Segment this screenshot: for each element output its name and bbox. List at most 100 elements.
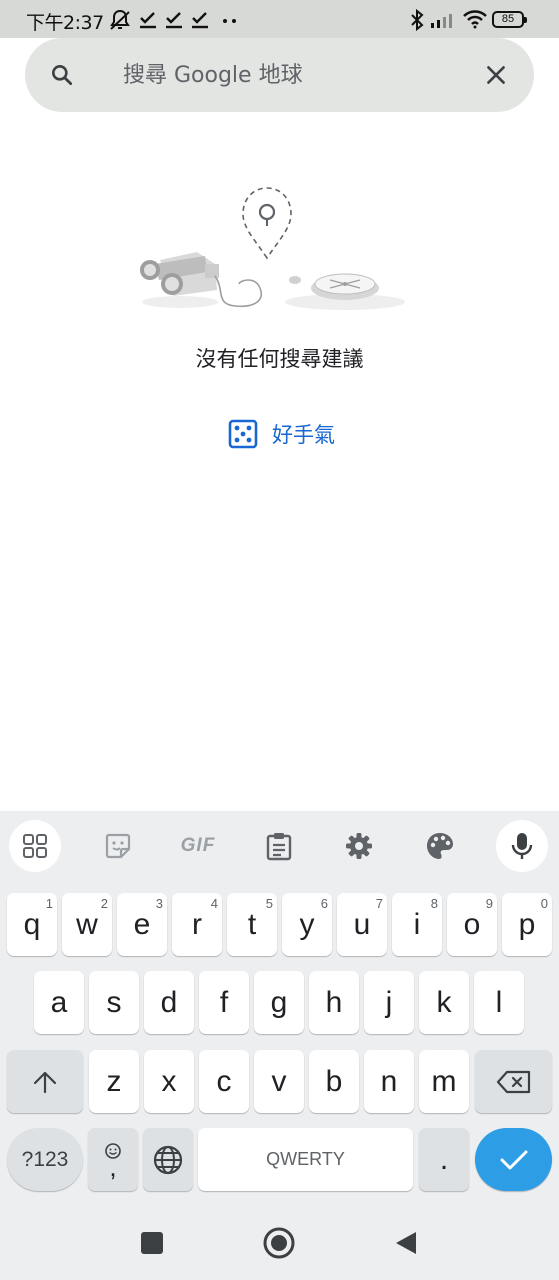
shift-arrow-icon (33, 1071, 57, 1093)
enter-key[interactable] (475, 1128, 552, 1191)
key-h[interactable]: h (309, 971, 359, 1034)
navigation-bar (0, 1206, 559, 1280)
key-label: o (463, 907, 481, 941)
gear-icon (346, 833, 372, 859)
binoculars-compass-illustration (140, 187, 405, 310)
back-button[interactable] (389, 1226, 423, 1260)
key-r[interactable]: r4 (172, 893, 222, 956)
shift-key[interactable] (7, 1050, 83, 1113)
key-number-hint: 5 (265, 896, 273, 911)
signal-icon (431, 14, 452, 28)
key-i[interactable]: i8 (392, 893, 442, 956)
key-n[interactable]: n (364, 1050, 414, 1113)
key-number-hint: 3 (155, 896, 163, 911)
key-label: e (133, 907, 151, 941)
key-l[interactable]: l (474, 971, 524, 1034)
more-dots-icon (223, 19, 236, 23)
key-x[interactable]: x (144, 1050, 194, 1113)
gif-icon: GIF (180, 835, 216, 856)
period-key[interactable]: . (419, 1128, 469, 1191)
key-s[interactable]: s (89, 971, 139, 1034)
key-t[interactable]: t5 (227, 893, 277, 956)
key-label: z (106, 1064, 122, 1098)
key-m[interactable]: m (419, 1050, 469, 1113)
key-label: c (216, 1064, 232, 1098)
empty-state-message: 沒有任何搜尋建議 (195, 347, 364, 371)
key-number-hint: 7 (375, 896, 383, 911)
key-z[interactable]: z (89, 1050, 139, 1113)
key-label: p (518, 907, 536, 941)
key-label: b (325, 1064, 343, 1098)
key-label: w (76, 907, 98, 941)
key-d[interactable]: d (144, 971, 194, 1034)
key-e[interactable]: e3 (117, 893, 167, 956)
feeling-lucky-button[interactable]: 好手氣 (218, 412, 345, 456)
key-v[interactable]: v (254, 1050, 304, 1113)
status-time: 下午2:37 (26, 12, 104, 34)
search-input[interactable] (123, 60, 483, 90)
key-number-hint: 6 (320, 896, 328, 911)
key-p[interactable]: p0 (502, 893, 552, 956)
circle-home-icon (263, 1227, 295, 1259)
comma-label: , (109, 1151, 117, 1182)
feeling-lucky-label: 好手氣 (272, 423, 335, 447)
key-a[interactable]: a (34, 971, 84, 1034)
key-label: i (413, 907, 421, 941)
language-key[interactable] (143, 1128, 193, 1191)
key-k[interactable]: k (419, 971, 469, 1034)
triangle-back-icon (396, 1232, 416, 1254)
clipboard-icon (266, 833, 292, 861)
keyboard-toolbar: GIF (0, 811, 559, 881)
settings-button[interactable] (333, 820, 385, 872)
voice-input-button[interactable] (496, 820, 548, 872)
key-label: a (50, 985, 68, 1019)
key-number-hint: 1 (45, 896, 53, 911)
key-w[interactable]: w2 (62, 893, 112, 956)
key-u[interactable]: u7 (337, 893, 387, 956)
clipboard-button[interactable] (253, 820, 305, 872)
backspace-icon (496, 1070, 530, 1093)
key-g[interactable]: g (254, 971, 304, 1034)
square-recents-icon (141, 1232, 163, 1254)
close-icon[interactable] (483, 62, 509, 88)
check-done-icon (166, 12, 182, 29)
key-y[interactable]: y6 (282, 893, 332, 956)
key-label: r (192, 907, 202, 941)
apps-grid-button[interactable] (9, 820, 61, 872)
theme-button[interactable] (414, 820, 466, 872)
search-icon (52, 65, 73, 86)
check-done-icon (140, 12, 156, 29)
key-o[interactable]: o9 (447, 893, 497, 956)
key-label: g (270, 985, 288, 1019)
sticker-button[interactable] (92, 820, 144, 872)
apps-grid-icon (23, 834, 47, 858)
key-c[interactable]: c (199, 1050, 249, 1113)
backspace-key[interactable] (475, 1050, 552, 1113)
key-number-hint: 0 (540, 896, 548, 911)
bell-muted-icon (110, 9, 130, 30)
space-key[interactable]: QWERTY (198, 1128, 413, 1191)
key-j[interactable]: j (364, 971, 414, 1034)
key-q[interactable]: q1 (7, 893, 57, 956)
key-label: d (160, 985, 178, 1019)
key-number-hint: 4 (210, 896, 218, 911)
search-bar[interactable] (25, 38, 534, 112)
key-label: j (385, 985, 393, 1019)
key-label: u (353, 907, 371, 941)
globe-icon (153, 1145, 183, 1174)
key-label: k (436, 985, 452, 1019)
key-label: x (161, 1064, 177, 1098)
gif-button[interactable]: GIF (172, 820, 224, 872)
check-done-icon (192, 12, 208, 29)
bluetooth-icon (411, 9, 424, 31)
home-button[interactable] (262, 1226, 296, 1260)
key-f[interactable]: f (199, 971, 249, 1034)
microphone-icon (511, 833, 533, 859)
key-b[interactable]: b (309, 1050, 359, 1113)
symbols-key[interactable]: ?123 (7, 1128, 83, 1191)
recents-button[interactable] (135, 1226, 169, 1260)
key-label: m (431, 1064, 457, 1098)
palette-icon (427, 833, 453, 859)
key-label: y (299, 907, 315, 941)
emoji-comma-key[interactable]: , (88, 1128, 138, 1191)
